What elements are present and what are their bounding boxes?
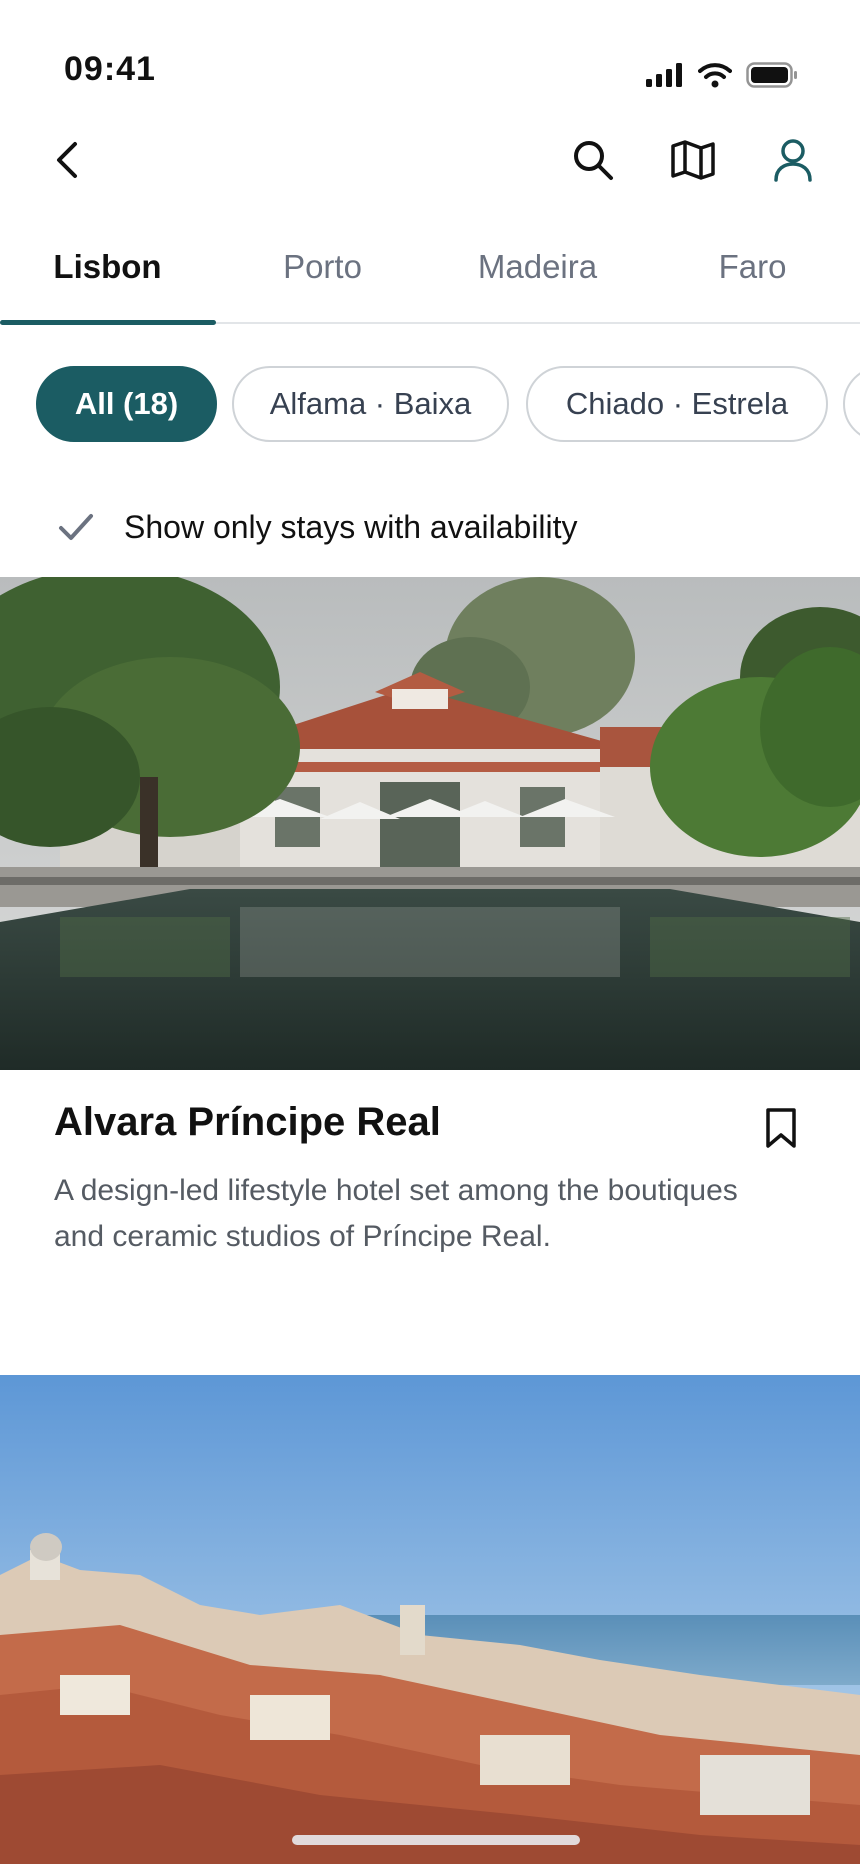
check-icon (54, 505, 98, 549)
cellular-signal-icon (646, 63, 682, 87)
active-tab-indicator (0, 320, 216, 325)
tab-faro[interactable]: Faro (645, 228, 860, 322)
home-indicator (292, 1835, 580, 1845)
city-tabs: Lisbon Porto Madeira Faro (0, 228, 860, 325)
hotel-description: A design-led lifestyle hotel set among t… (54, 1174, 738, 1253)
battery-icon (746, 62, 797, 88)
back-button[interactable] (38, 120, 98, 200)
availability-label: Show only stays with availability (124, 508, 578, 545)
map-button[interactable] (663, 120, 723, 200)
hotel-photo (0, 577, 860, 1070)
top-nav (0, 120, 860, 200)
search-button[interactable] (563, 120, 623, 200)
tab-lisbon[interactable]: Lisbon (0, 228, 215, 322)
city-view-photo (0, 1375, 860, 1864)
search-icon (574, 141, 613, 180)
availability-toggle[interactable]: Show only stays with availability (54, 502, 578, 552)
status-time: 09:41 (64, 50, 156, 88)
bookmark-icon (766, 1108, 796, 1148)
hotel-image[interactable] (0, 577, 860, 1070)
chip-all[interactable]: All (18) (36, 366, 217, 442)
bookmark-button[interactable] (758, 1100, 804, 1156)
tab-madeira[interactable]: Madeira (430, 228, 645, 322)
status-bar: 09:41 (0, 0, 860, 110)
status-icons (646, 62, 798, 88)
chip-alfama-baixa[interactable]: Alfama · Baixa (232, 366, 509, 442)
chevron-left-icon (57, 142, 77, 178)
filter-chips: All (18) Alfama · Baixa Chiado · Estrela (0, 366, 860, 442)
wifi-icon (698, 63, 732, 88)
hotel-image-2[interactable] (0, 1375, 860, 1864)
profile-button[interactable] (763, 120, 823, 200)
chip-chiado-estrela[interactable]: Chiado · Estrela (526, 366, 828, 442)
map-icon (671, 140, 715, 180)
tab-porto[interactable]: Porto (215, 228, 430, 322)
chip-more[interactable] (843, 366, 860, 442)
user-icon (774, 139, 812, 182)
hotel-title[interactable]: Alvara Príncipe Real (54, 1100, 441, 1145)
